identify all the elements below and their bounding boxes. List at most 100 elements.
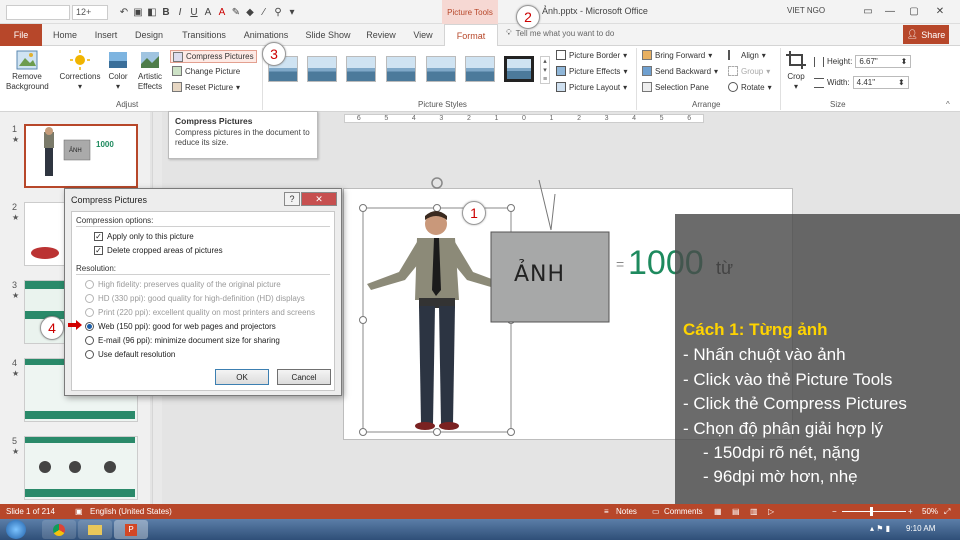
chrome-taskbar-icon[interactable] <box>42 520 76 539</box>
tab-transitions[interactable]: Transitions <box>176 24 232 46</box>
reading-view-icon[interactable]: ▥ <box>750 507 758 516</box>
picture-style-4[interactable] <box>386 56 416 82</box>
comments-icon[interactable]: ▭ <box>652 507 660 516</box>
zoom-slider-thumb[interactable] <box>870 507 873 516</box>
clock[interactable]: 9:10 AM <box>906 524 935 533</box>
gallery-scroll[interactable]: ▴ ▾ ≡ <box>540 56 550 84</box>
tab-format[interactable]: Format <box>444 24 498 47</box>
user-name[interactable]: VIET NGO <box>787 6 825 15</box>
selection-pane-button[interactable]: Selection Pane <box>642 82 709 92</box>
default-resolution-radio[interactable]: Use default resolution <box>85 350 175 359</box>
underline-icon[interactable]: U <box>188 6 200 18</box>
picture-style-2[interactable] <box>307 56 337 82</box>
corrections-button[interactable]: Corrections ▾ <box>56 50 104 92</box>
slide-thumb-5[interactable] <box>24 436 138 500</box>
align-button[interactable]: Align ▾ <box>728 50 766 60</box>
tab-file[interactable]: File <box>0 24 42 46</box>
checkbox-checked-icon[interactable]: ✓ <box>94 246 103 255</box>
picture-layout-button[interactable]: Picture Layout ▾ <box>556 82 627 92</box>
tab-view[interactable]: View <box>406 24 440 46</box>
radio-icon[interactable] <box>85 280 94 289</box>
more-icon[interactable]: ▾ <box>286 6 298 18</box>
spinner-icon[interactable]: ⬍ <box>898 78 905 87</box>
notes-icon[interactable]: ≡ <box>604 507 609 516</box>
picture-style-6[interactable] <box>465 56 495 82</box>
tab-animations[interactable]: Animations <box>238 24 294 46</box>
shapes-icon[interactable]: ◧ <box>146 6 158 18</box>
tab-home[interactable]: Home <box>46 24 84 46</box>
hd-radio[interactable]: HD (330 ppi): good quality for high-defi… <box>85 294 305 303</box>
checkbox-checked-icon[interactable]: ✓ <box>94 232 103 241</box>
language-status[interactable]: English (United States) <box>90 507 172 516</box>
spinner-icon[interactable]: ⬍ <box>901 57 908 66</box>
zoom-in-icon[interactable]: + <box>908 507 913 516</box>
line-color-icon[interactable]: ✎ <box>230 6 242 18</box>
notes-button[interactable]: Notes <box>616 507 637 516</box>
slideshow-view-icon[interactable]: ▷ <box>768 507 774 516</box>
radio-selected-icon[interactable] <box>85 322 94 331</box>
slide-sorter-icon[interactable]: ▤ <box>732 507 740 516</box>
dialog-close-button[interactable]: ✕ <box>301 192 337 206</box>
tell-me-box[interactable]: 💡︎ Tell me what you want to do <box>506 28 614 38</box>
radio-icon[interactable] <box>85 308 94 317</box>
width-input[interactable]: 4.41" ⬍ <box>852 76 909 89</box>
explorer-taskbar-icon[interactable] <box>78 520 112 539</box>
undo-icon[interactable]: ↶ <box>118 6 130 18</box>
picture-style-7[interactable] <box>504 56 534 82</box>
font-name-box[interactable] <box>6 4 70 20</box>
spellcheck-icon[interactable]: ▣ <box>75 507 83 516</box>
share-button[interactable]: 👤︎ Share <box>903 25 949 44</box>
radio-icon[interactable] <box>85 294 94 303</box>
format-icon[interactable]: ▣ <box>132 6 144 18</box>
tray-icons[interactable]: ▴ ⚑ ▮ <box>870 524 890 533</box>
artistic-effects-button[interactable]: Artistic Effects <box>134 50 166 92</box>
send-backward-button[interactable]: Send Backward ▾ <box>642 66 718 76</box>
cancel-button[interactable]: Cancel <box>277 369 331 385</box>
zoom-slider[interactable] <box>842 511 906 512</box>
fit-slide-icon[interactable]: ⤢ <box>944 507 950 517</box>
picture-style-3[interactable] <box>346 56 376 82</box>
eyedropper-icon[interactable]: ⁄ <box>258 6 270 18</box>
minimize-icon[interactable]: — <box>880 2 900 20</box>
slide-thumb-1[interactable]: ẢNH 1000 <box>24 124 138 188</box>
delete-cropped-checkbox[interactable]: ✓ Delete cropped areas of pictures <box>94 246 223 255</box>
radio-icon[interactable] <box>85 350 94 359</box>
group-button[interactable]: Group ▾ <box>728 66 770 76</box>
compress-pictures-button[interactable]: Compress Pictures <box>170 50 257 63</box>
print-radio[interactable]: Print (220 ppi): excellent quality on mo… <box>85 308 315 317</box>
change-picture-button[interactable]: Change Picture <box>172 66 240 76</box>
ok-button[interactable]: OK <box>215 369 269 385</box>
ribbon-display-icon[interactable]: ▭ <box>858 2 878 20</box>
attach-icon[interactable]: ⚲ <box>272 6 284 18</box>
fill-icon[interactable]: ◆ <box>244 6 256 18</box>
rotate-button[interactable]: Rotate ▾ <box>728 82 772 92</box>
zoom-out-icon[interactable]: − <box>832 507 837 516</box>
bring-forward-button[interactable]: Bring Forward ▾ <box>642 50 712 60</box>
powerpoint-taskbar-icon[interactable]: P <box>114 520 148 539</box>
web-radio[interactable]: Web (150 ppi): good for web pages and pr… <box>85 322 276 331</box>
email-radio[interactable]: E-mail (96 ppi): minimize document size … <box>85 336 280 345</box>
comments-button[interactable]: Comments <box>664 507 703 516</box>
normal-view-icon[interactable]: ▦ <box>714 507 722 516</box>
italic-icon[interactable]: I <box>174 6 186 18</box>
remove-background-button[interactable]: Remove Background <box>4 50 50 92</box>
color-button[interactable]: Color ▾ <box>104 50 132 92</box>
high-fidelity-radio[interactable]: High fidelity: preserves quality of the … <box>85 280 281 289</box>
picture-effects-button[interactable]: Picture Effects ▾ <box>556 66 627 76</box>
bold-icon[interactable]: B <box>160 6 172 18</box>
collapse-ribbon-icon[interactable]: ^ <box>946 100 950 109</box>
picture-style-5[interactable] <box>426 56 456 82</box>
picture-border-button[interactable]: Picture Border ▾ <box>556 50 627 60</box>
apply-only-checkbox[interactable]: ✓ Apply only to this picture <box>94 232 194 241</box>
font-size-box[interactable]: 12+ <box>72 4 108 20</box>
height-input[interactable]: 6.67" ⬍ <box>855 55 912 68</box>
tab-design[interactable]: Design <box>130 24 168 46</box>
start-button[interactable] <box>6 520 26 539</box>
zoom-level[interactable]: 50% <box>922 507 938 516</box>
close-window-icon[interactable]: ✕ <box>930 2 950 20</box>
radio-icon[interactable] <box>85 336 94 345</box>
reset-picture-button[interactable]: Reset Picture ▾ <box>172 82 240 92</box>
dialog-help-button[interactable]: ? <box>284 192 300 206</box>
highlight-icon[interactable]: A <box>202 6 214 18</box>
crop-button[interactable]: Crop ▾ <box>784 50 808 92</box>
